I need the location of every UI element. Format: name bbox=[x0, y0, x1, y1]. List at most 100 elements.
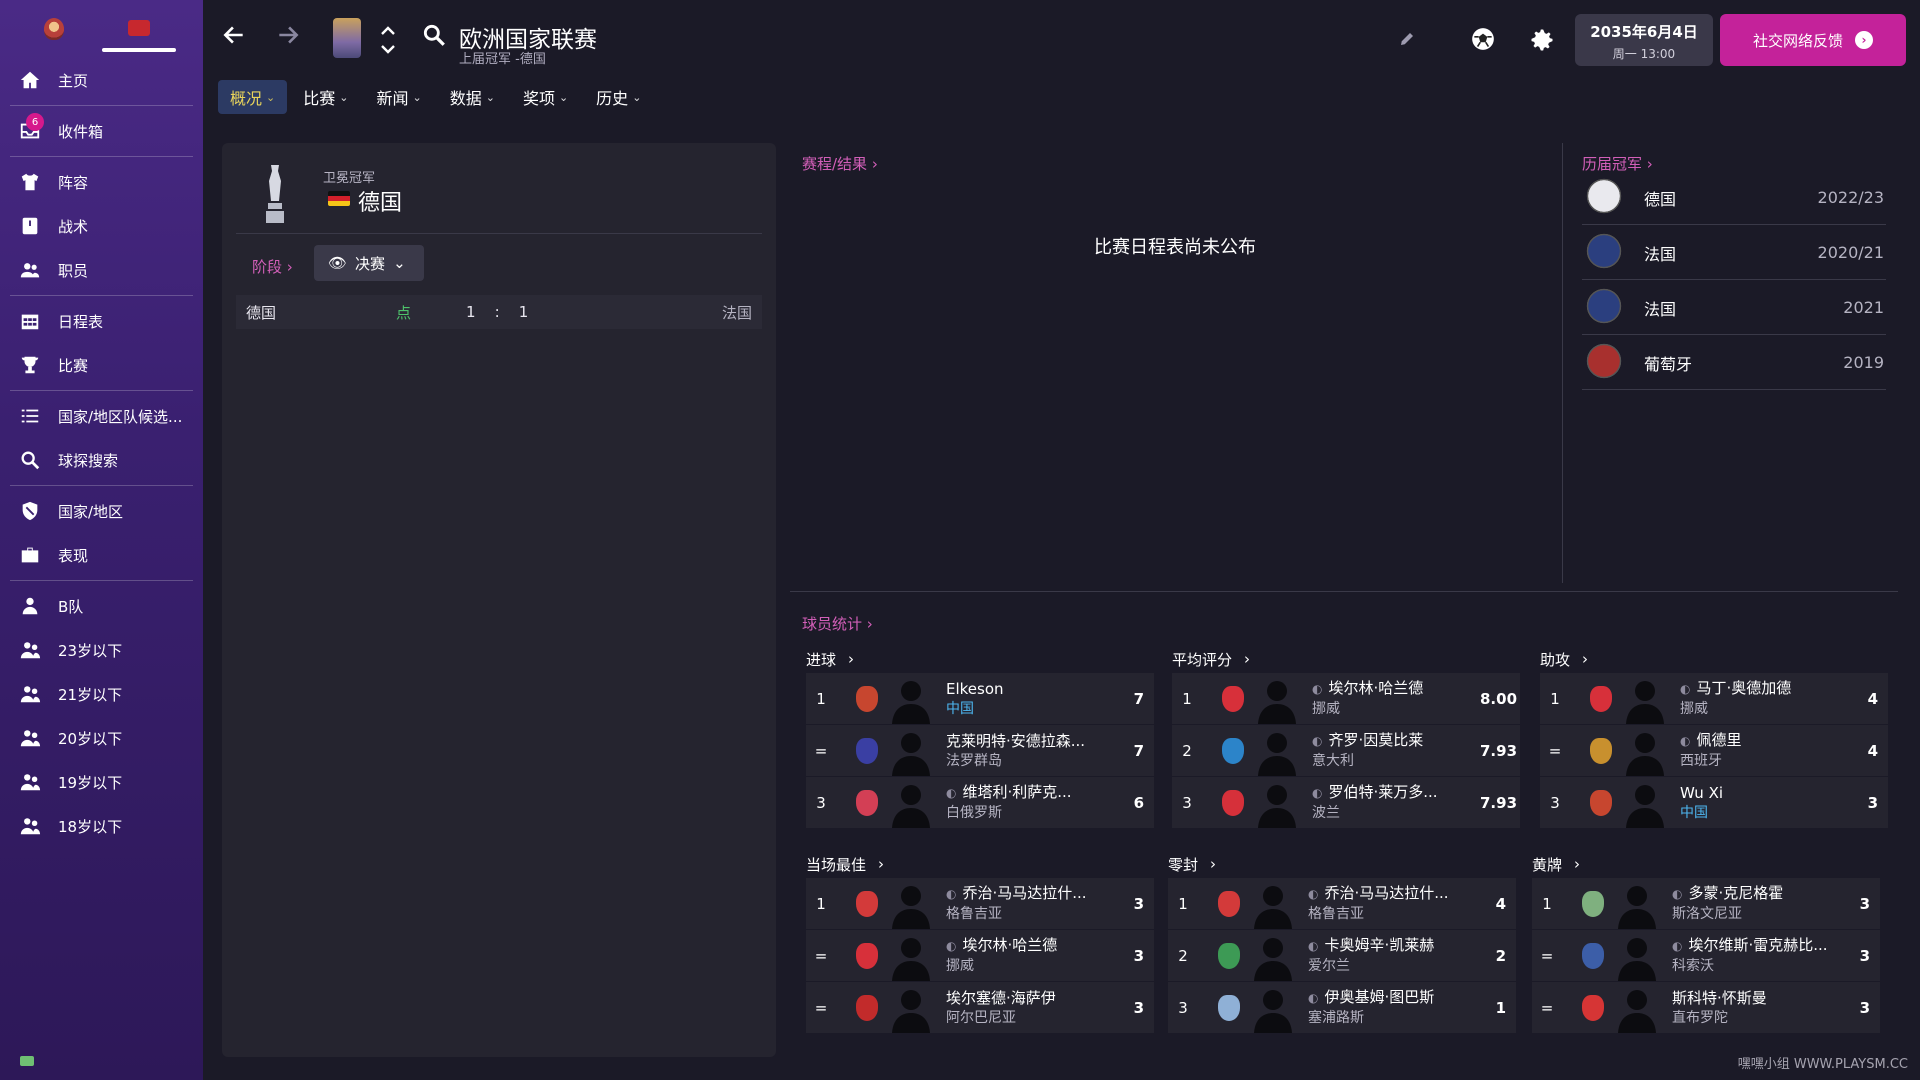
player-name[interactable]: ◐ 埃尔维斯·雷克赫比... bbox=[1672, 935, 1840, 956]
stat-block-title[interactable]: 当场最佳 › bbox=[806, 850, 1154, 878]
sidebar-item-home[interactable]: 主页 bbox=[0, 58, 203, 102]
sidebar-item-u21[interactable]: 21岁以下 bbox=[0, 672, 203, 716]
stat-row[interactable]: 2 ◐ 齐罗·因莫比莱 意大利 7.93 bbox=[1172, 725, 1520, 777]
sidebar-item-u23[interactable]: 23岁以下 bbox=[0, 628, 203, 672]
player-name[interactable]: ◐ 马丁·奥德加德 bbox=[1680, 678, 1848, 699]
sidebar-item-scouting[interactable]: 球探搜索 bbox=[0, 438, 203, 482]
player-nation[interactable]: 阿尔巴尼亚 bbox=[946, 1008, 1114, 1028]
stat-row[interactable]: = ◐ 佩德里 西班牙 4 bbox=[1540, 725, 1888, 777]
tab-overview[interactable]: 概况 ⌄ bbox=[218, 80, 288, 114]
home-team[interactable]: 德国 bbox=[246, 302, 276, 323]
player-name[interactable]: ◐ 卡奥姆辛·凯莱赫 bbox=[1308, 935, 1476, 956]
stat-row[interactable]: 3 Wu Xi 中国 3 bbox=[1540, 777, 1888, 829]
sidebar-item-staff[interactable]: 职员 bbox=[0, 248, 203, 292]
stat-block-title[interactable]: 黄牌 › bbox=[1532, 850, 1880, 878]
stat-block-title[interactable]: 零封 › bbox=[1168, 850, 1516, 878]
player-nation[interactable]: 意大利 bbox=[1312, 751, 1480, 771]
champion-team[interactable]: 德国 bbox=[1644, 186, 1676, 210]
social-feedback-button[interactable]: 社交网络反馈 › bbox=[1720, 14, 1906, 66]
sidebar-item-squad[interactable]: 阵容 bbox=[0, 160, 203, 204]
search-button[interactable] bbox=[419, 22, 449, 52]
player-name[interactable]: 克莱明特·安德拉森... bbox=[946, 731, 1114, 751]
edit-button[interactable] bbox=[1398, 30, 1416, 48]
champion-team[interactable]: 葡萄牙 bbox=[1644, 351, 1692, 375]
player-name[interactable]: ◐ 齐罗·因莫比莱 bbox=[1312, 730, 1480, 751]
player-nation[interactable]: 斯洛文尼亚 bbox=[1672, 904, 1840, 924]
stat-row[interactable]: 1 ◐ 马丁·奥德加德 挪威 4 bbox=[1540, 673, 1888, 725]
back-button[interactable] bbox=[219, 22, 249, 52]
sidebar-item-shortlist[interactable]: 国家/地区队候选... bbox=[0, 394, 203, 438]
sidebar-item-performance[interactable]: 表现 bbox=[0, 533, 203, 577]
player-name[interactable]: ◐ 罗伯特·莱万多... bbox=[1312, 782, 1480, 803]
past-champion-row[interactable]: 德国 2022/23 bbox=[1582, 171, 1886, 225]
sidebar-item-inbox[interactable]: 6 收件箱 bbox=[0, 109, 203, 153]
player-nation[interactable]: 中国 bbox=[1680, 803, 1848, 823]
sidebar-item-schedule[interactable]: 日程表 bbox=[0, 299, 203, 343]
stat-row[interactable]: = 克莱明特·安德拉森... 法罗群岛 7 bbox=[806, 725, 1154, 777]
tab-history[interactable]: 历史 ⌄ bbox=[584, 80, 653, 114]
player-nation[interactable]: 挪威 bbox=[1680, 699, 1848, 719]
player-name[interactable]: Elkeson bbox=[946, 679, 1114, 699]
player-nation[interactable]: 塞浦路斯 bbox=[1308, 1008, 1476, 1028]
player-stats-link[interactable]: 球员统计 › bbox=[802, 613, 873, 634]
stat-block-title[interactable]: 进球 › bbox=[806, 645, 1154, 673]
stage-link[interactable]: 阶段 › bbox=[252, 256, 293, 277]
stat-row[interactable]: 1 ◐ 多蒙·克尼格霍 斯洛文尼亚 3 bbox=[1532, 878, 1880, 930]
stat-row[interactable]: 1 Elkeson 中国 7 bbox=[806, 673, 1154, 725]
player-name[interactable]: ◐ 佩德里 bbox=[1680, 730, 1848, 751]
player-name[interactable]: 埃尔塞德·海萨伊 bbox=[946, 988, 1114, 1008]
sidebar-item-b-team[interactable]: B队 bbox=[0, 584, 203, 628]
player-nation[interactable]: 西班牙 bbox=[1680, 751, 1848, 771]
stat-row[interactable]: 1 ◐ 乔治·马马达拉什... 格鲁吉亚 3 bbox=[806, 878, 1154, 930]
stat-block-title[interactable]: 助攻 › bbox=[1540, 645, 1888, 673]
sidebar-item-u18[interactable]: 18岁以下 bbox=[0, 804, 203, 848]
stat-row[interactable]: = ◐ 埃尔林·哈兰德 挪威 3 bbox=[806, 930, 1154, 982]
past-champion-row[interactable]: 法国 2020/21 bbox=[1582, 226, 1886, 280]
player-name[interactable]: ◐ 维塔利·利萨克... bbox=[946, 782, 1114, 803]
player-nation[interactable]: 白俄罗斯 bbox=[946, 803, 1114, 823]
tab-awards[interactable]: 奖项 ⌄ bbox=[511, 80, 580, 114]
stat-row[interactable]: 1 ◐ 乔治·马马达拉什... 格鲁吉亚 4 bbox=[1168, 878, 1516, 930]
away-team[interactable]: 法国 bbox=[722, 302, 752, 323]
player-name[interactable]: Wu Xi bbox=[1680, 783, 1848, 803]
sidebar-item-nation[interactable]: 国家/地区 bbox=[0, 489, 203, 533]
player-nation[interactable]: 直布罗陀 bbox=[1672, 1008, 1840, 1028]
title-holder-name[interactable]: 德国 bbox=[358, 185, 402, 217]
past-champion-row[interactable]: 葡萄牙 2019 bbox=[1582, 336, 1886, 390]
stat-row[interactable]: = 斯科特·怀斯曼 直布罗陀 3 bbox=[1532, 982, 1880, 1034]
player-nation[interactable]: 波兰 bbox=[1312, 803, 1480, 823]
stat-row[interactable]: 2 ◐ 卡奥姆辛·凯莱赫 爱尔兰 2 bbox=[1168, 930, 1516, 982]
sidebar-item-tactics[interactable]: 战术 bbox=[0, 204, 203, 248]
player-name[interactable]: ◐ 埃尔林·哈兰德 bbox=[1312, 678, 1480, 699]
player-name[interactable]: ◐ 伊奥基姆·图巴斯 bbox=[1308, 987, 1476, 1008]
player-nation[interactable]: 法罗群岛 bbox=[946, 751, 1114, 771]
player-nation[interactable]: 爱尔兰 bbox=[1308, 956, 1476, 976]
stat-row[interactable]: = ◐ 埃尔维斯·雷克赫比... 科索沃 3 bbox=[1532, 930, 1880, 982]
tab-matches[interactable]: 比赛 ⌄ bbox=[291, 80, 360, 114]
past-champion-row[interactable]: 法国 2021 bbox=[1582, 281, 1886, 335]
competition-switcher[interactable] bbox=[379, 24, 397, 56]
stat-row[interactable]: 3 ◐ 维塔利·利萨克... 白俄罗斯 6 bbox=[806, 777, 1154, 829]
player-nation[interactable]: 挪威 bbox=[1312, 699, 1480, 719]
player-name[interactable]: ◐ 乔治·马马达拉什... bbox=[1308, 883, 1476, 904]
champion-team[interactable]: 法国 bbox=[1644, 241, 1676, 265]
player-nation[interactable]: 格鲁吉亚 bbox=[1308, 904, 1476, 924]
player-nation[interactable]: 科索沃 bbox=[1672, 956, 1840, 976]
sidebar-item-u19[interactable]: 19岁以下 bbox=[0, 760, 203, 804]
player-name[interactable]: 斯科特·怀斯曼 bbox=[1672, 988, 1840, 1008]
player-name[interactable]: ◐ 多蒙·克尼格霍 bbox=[1672, 883, 1840, 904]
stat-row[interactable]: 1 ◐ 埃尔林·哈兰德 挪威 8.00 bbox=[1172, 673, 1520, 725]
match-button[interactable] bbox=[1470, 26, 1496, 52]
stage-select[interactable]: 👁 决赛 ⌄ bbox=[314, 245, 424, 281]
sidebar-item-u20[interactable]: 20岁以下 bbox=[0, 716, 203, 760]
stat-row[interactable]: 3 ◐ 罗伯特·莱万多... 波兰 7.93 bbox=[1172, 777, 1520, 829]
stat-row[interactable]: 3 ◐ 伊奥基姆·图巴斯 塞浦路斯 1 bbox=[1168, 982, 1516, 1034]
sidebar-item-competitions[interactable]: 比赛 bbox=[0, 343, 203, 387]
settings-button[interactable] bbox=[1528, 26, 1556, 54]
match-result-row[interactable]: 德国 点 1 : 1 法国 bbox=[236, 295, 762, 329]
fixtures-link[interactable]: 赛程/结果 › bbox=[802, 153, 878, 174]
date-widget[interactable]: 2035年6月4日 周一 13:00 bbox=[1575, 14, 1713, 66]
stat-row[interactable]: = 埃尔塞德·海萨伊 阿尔巴尼亚 3 bbox=[806, 982, 1154, 1034]
forward-button[interactable] bbox=[273, 22, 303, 52]
player-nation[interactable]: 中国 bbox=[946, 699, 1114, 719]
